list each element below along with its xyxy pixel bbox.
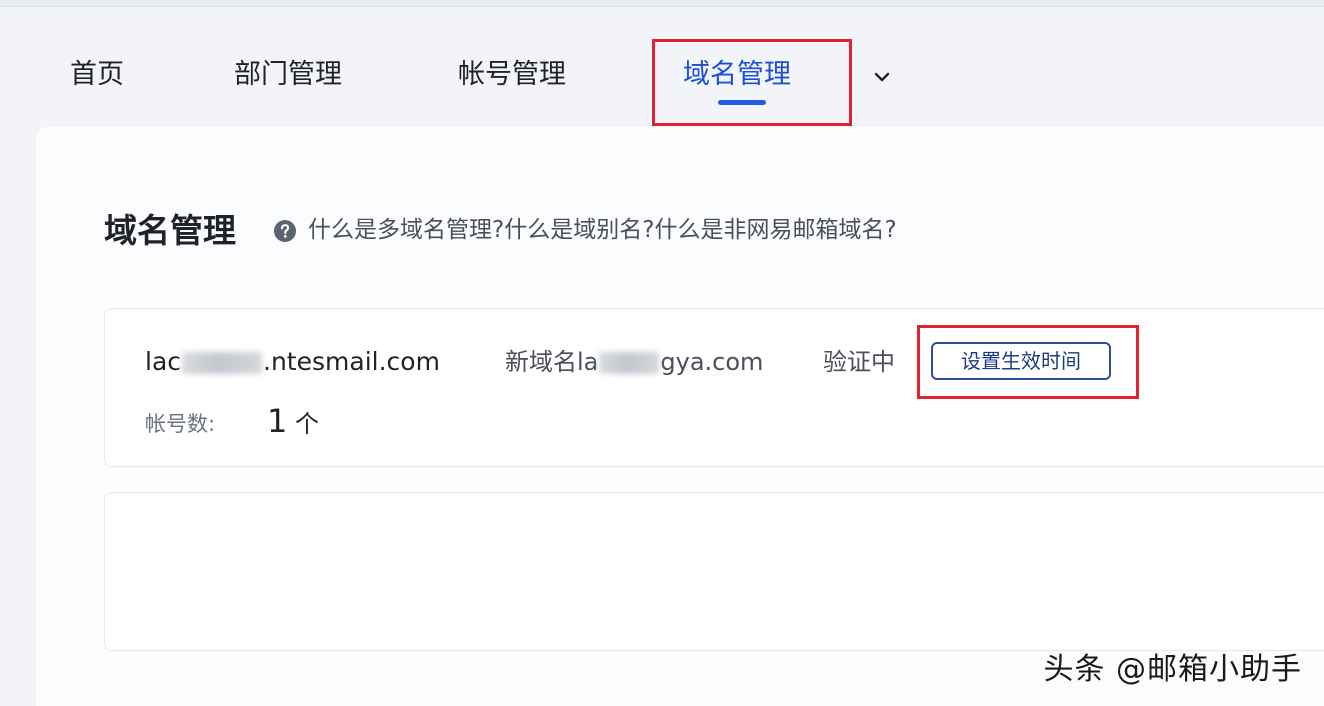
- top-nav: 首页 部门管理 帐号管理 域名管理: [0, 7, 1324, 127]
- account-count-value: 1: [267, 402, 288, 440]
- content-panel: 域名管理 什么是多域名管理?什么是域别名?什么是非网易邮箱域名? lac .nte…: [36, 127, 1324, 706]
- watermark: 头条 @邮箱小助手: [1043, 652, 1302, 687]
- new-domain: 新域名la gya.com: [505, 345, 763, 379]
- account-count-unit: 个: [295, 410, 319, 438]
- top-border: [0, 0, 1324, 7]
- tab-department-management[interactable]: 部门管理: [234, 57, 342, 97]
- tab-home[interactable]: 首页: [70, 57, 124, 97]
- help-link-non-netease-domain[interactable]: 什么是非网易邮箱域名?: [654, 217, 896, 243]
- new-domain-prefix: 新域名la: [505, 348, 599, 376]
- help-link-multi-domain[interactable]: 什么是多域名管理?: [308, 217, 504, 243]
- help-links: 什么是多域名管理?什么是域别名?什么是非网易邮箱域名?: [308, 213, 897, 247]
- chevron-down-icon: [874, 72, 890, 82]
- redacted-text: [599, 352, 660, 374]
- page-title: 域名管理: [104, 211, 236, 250]
- help-link-domain-alias[interactable]: 什么是域别名?: [504, 217, 654, 243]
- domain-name-suffix: .ntesmail.com: [263, 347, 440, 376]
- empty-domain-card: [104, 492, 1324, 651]
- account-count-label: 帐号数:: [145, 412, 216, 436]
- redacted-text: [182, 352, 263, 374]
- domain-name-prefix: lac: [145, 347, 182, 376]
- question-circle-icon: [274, 220, 296, 242]
- button-highlight-box: [917, 325, 1139, 399]
- new-domain-suffix: gya.com: [660, 348, 764, 376]
- verification-status: 验证中: [823, 348, 895, 376]
- domain-name: lac .ntesmail.com: [145, 345, 440, 379]
- more-tabs-button[interactable]: [868, 63, 896, 91]
- tab-highlight-box: [652, 39, 852, 126]
- tab-account-management[interactable]: 帐号管理: [458, 57, 566, 97]
- domain-card: lac .ntesmail.com 新域名la gya.com 验证中 设置生效时间…: [104, 308, 1324, 467]
